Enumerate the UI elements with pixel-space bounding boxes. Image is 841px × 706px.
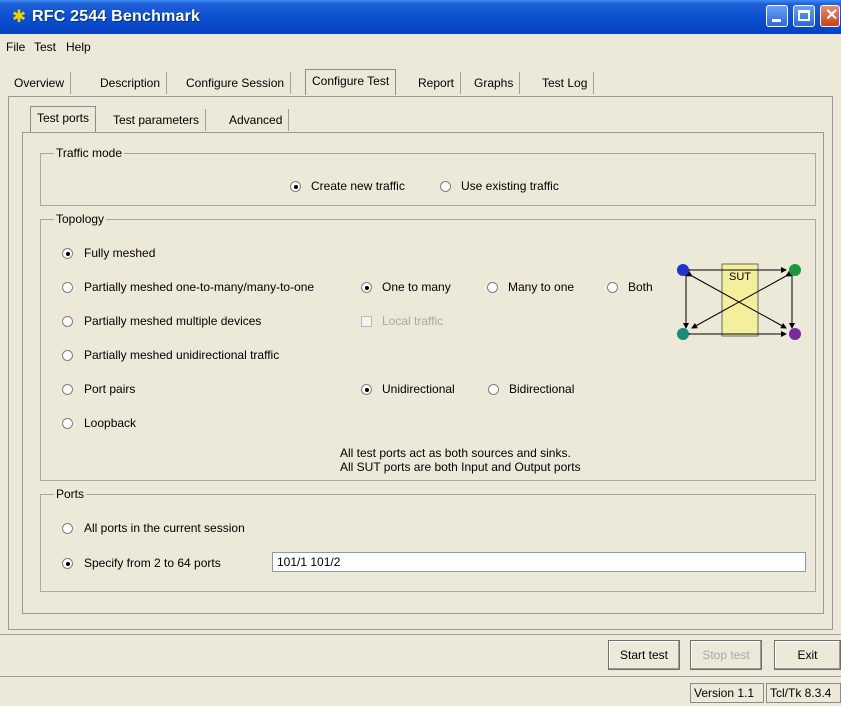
both-radio[interactable]: [607, 282, 618, 293]
use-existing-traffic-radio[interactable]: [440, 181, 451, 192]
ports-group: [40, 494, 816, 592]
tab-test-log[interactable]: Test Log: [536, 72, 595, 94]
port-node-purple: [789, 328, 801, 340]
fully-meshed-radio[interactable]: [62, 248, 73, 259]
partial-unidirectional-radio[interactable]: [62, 350, 73, 361]
unidirectional-radio[interactable]: [361, 384, 372, 395]
bidirectional-label: Bidirectional: [509, 382, 575, 396]
specify-ports-radio[interactable]: [62, 558, 73, 569]
partial-multiple-label: Partially meshed multiple devices: [84, 314, 262, 328]
partial-multiple-radio[interactable]: [62, 316, 73, 327]
all-ports-radio[interactable]: [62, 523, 73, 534]
port-node-green: [789, 264, 801, 276]
version-status: Version 1.1: [690, 683, 764, 703]
topology-note-line2: All SUT ports are both Input and Output …: [340, 460, 581, 474]
local-traffic-label: Local traffic: [382, 314, 444, 328]
port-node-blue: [677, 264, 689, 276]
traffic-mode-group: [40, 153, 816, 206]
port-pairs-label: Port pairs: [84, 382, 136, 396]
loopback-label: Loopback: [84, 416, 137, 430]
port-node-teal: [677, 328, 689, 340]
create-new-traffic-label: Create new traffic: [311, 179, 405, 193]
sut-label: SUT: [729, 271, 751, 283]
topology-diagram: SUT: [677, 263, 801, 340]
port-pairs-radio[interactable]: [62, 384, 73, 395]
tab-configure-session[interactable]: Configure Session: [180, 72, 292, 94]
one-to-many-label: One to many: [382, 280, 451, 294]
loopback-radio[interactable]: [62, 418, 73, 429]
menu-file[interactable]: File: [6, 40, 25, 54]
create-new-traffic-radio[interactable]: [290, 181, 301, 192]
app-icon: ✱: [11, 7, 27, 26]
maximize-icon: [798, 10, 810, 21]
tab-graphs[interactable]: Graphs: [468, 72, 521, 94]
tab-description[interactable]: Description: [94, 72, 168, 94]
partial-one-many-radio[interactable]: [62, 282, 73, 293]
minimize-button[interactable]: [766, 5, 788, 27]
specify-ports-label: Specify from 2 to 64 ports: [84, 556, 221, 570]
sub-tab-bar: Test ports Test parameters Advanced: [30, 106, 330, 133]
tab-test-parameters[interactable]: Test parameters: [107, 109, 207, 131]
ports-legend: Ports: [54, 487, 87, 501]
tab-advanced[interactable]: Advanced: [223, 109, 290, 131]
menu-test[interactable]: Test: [34, 40, 56, 54]
use-existing-traffic-label: Use existing traffic: [461, 179, 559, 193]
all-ports-label: All ports in the current session: [84, 521, 245, 535]
topology-legend: Topology: [54, 212, 107, 226]
window-title: RFC 2544 Benchmark: [32, 8, 201, 25]
start-test-button[interactable]: Start test: [608, 640, 680, 670]
many-to-one-label: Many to one: [508, 280, 575, 294]
ports-input[interactable]: 101/1 101/2: [272, 552, 806, 572]
tab-report[interactable]: Report: [412, 72, 462, 94]
menu-bar: [0, 34, 841, 56]
status-separator: [0, 676, 841, 677]
partial-unidirectional-label: Partially meshed unidirectional traffic: [84, 348, 280, 362]
close-icon: ✕: [825, 7, 839, 24]
fully-meshed-label: Fully meshed: [84, 246, 156, 260]
traffic-mode-legend: Traffic mode: [54, 146, 125, 160]
tcltk-status: Tcl/Tk 8.3.4: [766, 683, 841, 703]
tab-test-ports[interactable]: Test ports: [30, 106, 97, 132]
stop-test-button[interactable]: Stop test: [690, 640, 762, 670]
tab-overview[interactable]: Overview: [8, 72, 72, 94]
maximize-button[interactable]: [793, 5, 815, 27]
partial-one-many-label: Partially meshed one-to-many/many-to-one: [84, 280, 315, 294]
separator: [0, 634, 841, 635]
topology-note-line1: All test ports act as both sources and s…: [340, 446, 571, 460]
tab-configure-test[interactable]: Configure Test: [305, 69, 397, 95]
exit-button[interactable]: Exit: [774, 640, 841, 670]
minimize-icon: [772, 19, 781, 22]
bidirectional-radio[interactable]: [488, 384, 499, 395]
unidirectional-label: Unidirectional: [382, 382, 455, 396]
local-traffic-checkbox[interactable]: [361, 316, 372, 327]
main-tab-bar: Overview Description Configure Session C…: [8, 69, 841, 96]
many-to-one-radio[interactable]: [487, 282, 498, 293]
close-button[interactable]: ✕: [820, 5, 840, 27]
one-to-many-radio[interactable]: [361, 282, 372, 293]
menu-help[interactable]: Help: [66, 40, 91, 54]
both-label: Both: [628, 280, 653, 294]
